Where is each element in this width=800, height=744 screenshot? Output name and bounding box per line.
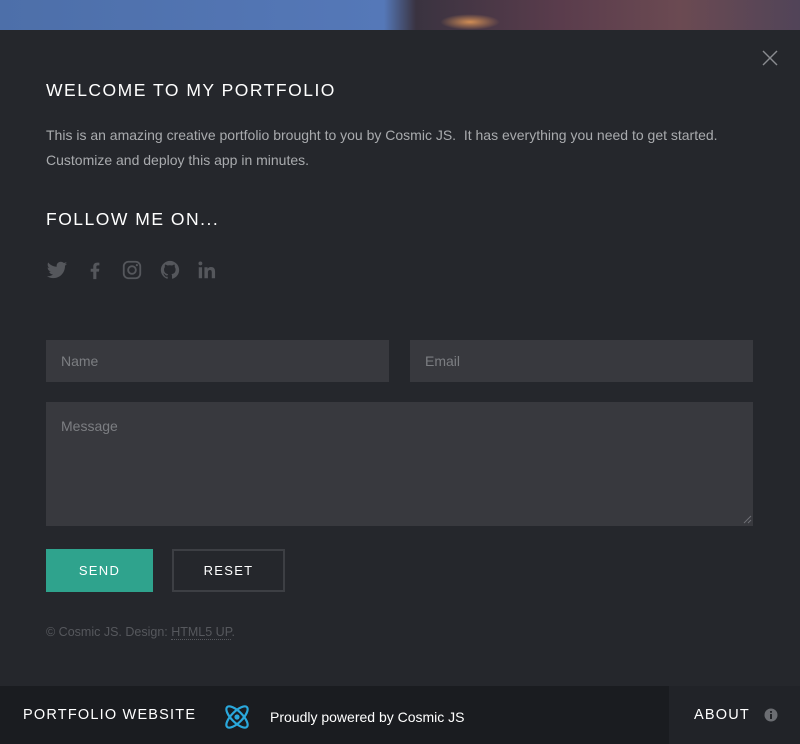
- message-input[interactable]: [46, 402, 753, 526]
- welcome-heading: WELCOME TO MY PORTFOLIO: [46, 80, 336, 100]
- copyright: © Cosmic JS. Design: HTML5 UP.: [46, 625, 235, 640]
- about-label: ABOUT: [694, 707, 750, 723]
- facebook-icon[interactable]: [84, 259, 106, 281]
- footer: PORTFOLIO WEBSITE Proudly powered by Cos…: [0, 686, 800, 744]
- html5up-link[interactable]: HTML5 UP: [171, 625, 232, 640]
- linkedin-icon[interactable]: [196, 259, 218, 281]
- social-links: [46, 259, 234, 281]
- instagram-icon[interactable]: [121, 259, 143, 281]
- about-button[interactable]: ABOUT: [669, 686, 800, 744]
- background-glow: [440, 14, 500, 30]
- info-icon: [764, 708, 778, 722]
- name-input[interactable]: [46, 340, 389, 382]
- reset-button[interactable]: RESET: [172, 549, 285, 592]
- github-icon[interactable]: [159, 259, 181, 281]
- follow-heading: FOLLOW ME ON...: [46, 209, 220, 229]
- copyright-prefix: © Cosmic JS. Design:: [46, 625, 172, 639]
- background-image: [0, 0, 800, 30]
- copyright-suffix: .: [231, 625, 235, 639]
- footer-brand[interactable]: PORTFOLIO WEBSITE: [23, 707, 196, 723]
- close-icon[interactable]: [760, 48, 780, 68]
- resize-handle-icon[interactable]: [743, 515, 752, 524]
- powered-by-text: Proudly powered by Cosmic JS: [270, 709, 465, 725]
- email-input[interactable]: [410, 340, 753, 382]
- send-button[interactable]: SEND: [46, 549, 153, 592]
- twitter-icon[interactable]: [46, 259, 68, 281]
- intro-text: This is an amazing creative portfolio br…: [46, 127, 726, 168]
- powered-by-link[interactable]: Proudly powered by Cosmic JS: [221, 702, 465, 732]
- cosmic-js-logo-icon: [225, 705, 249, 729]
